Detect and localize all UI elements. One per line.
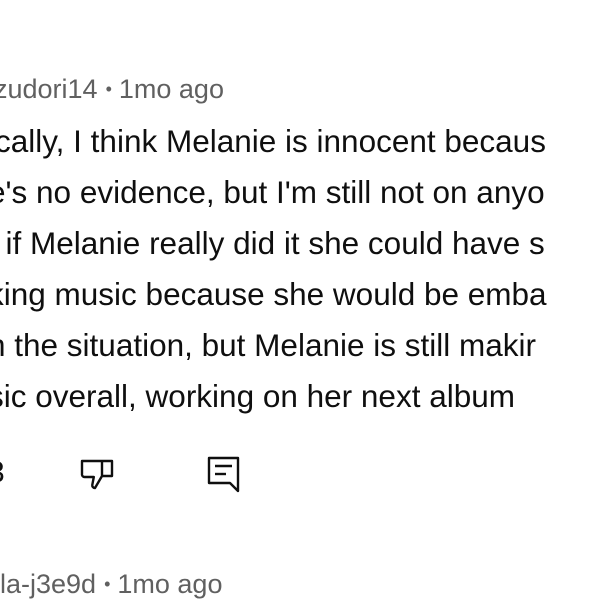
next-comment-timestamp[interactable]: 1mo ago <box>117 569 222 599</box>
reply-comment-icon <box>207 456 240 493</box>
comment-header: zudori14 • 1mo ago <box>0 74 224 104</box>
comment-text-line: king music because she would be emba <box>0 276 547 312</box>
next-comment-author[interactable]: lla-j3e9d <box>0 569 96 599</box>
thumbs-down-icon <box>80 459 114 490</box>
like-count: 3 <box>0 456 5 490</box>
comment-text-line: n the situation, but Melanie is still ma… <box>0 327 536 363</box>
comment-text-line: sic overall, working on her next album <box>0 378 515 414</box>
comment-text: ically, I think Melanie is innocent beca… <box>0 116 613 422</box>
reply-button[interactable] <box>204 453 244 493</box>
comment-timestamp[interactable]: 1mo ago <box>119 74 224 104</box>
comment-text-line: e's no evidence, but I'm still not on an… <box>0 174 545 210</box>
meta-separator: • <box>104 574 111 594</box>
next-comment-header: lla-j3e9d • 1mo ago <box>0 569 222 599</box>
comment-text-line: ically, I think Melanie is innocent beca… <box>0 123 546 159</box>
comment-author[interactable]: zudori14 <box>0 74 98 104</box>
meta-separator: • <box>105 79 112 99</box>
comment-thread: { "comment": { "author": "zudori14", "se… <box>0 0 613 613</box>
dislike-button[interactable] <box>78 453 118 493</box>
comment-text-line: , if Melanie really did it she could hav… <box>0 225 545 261</box>
comment-actions: 3 <box>0 450 613 496</box>
